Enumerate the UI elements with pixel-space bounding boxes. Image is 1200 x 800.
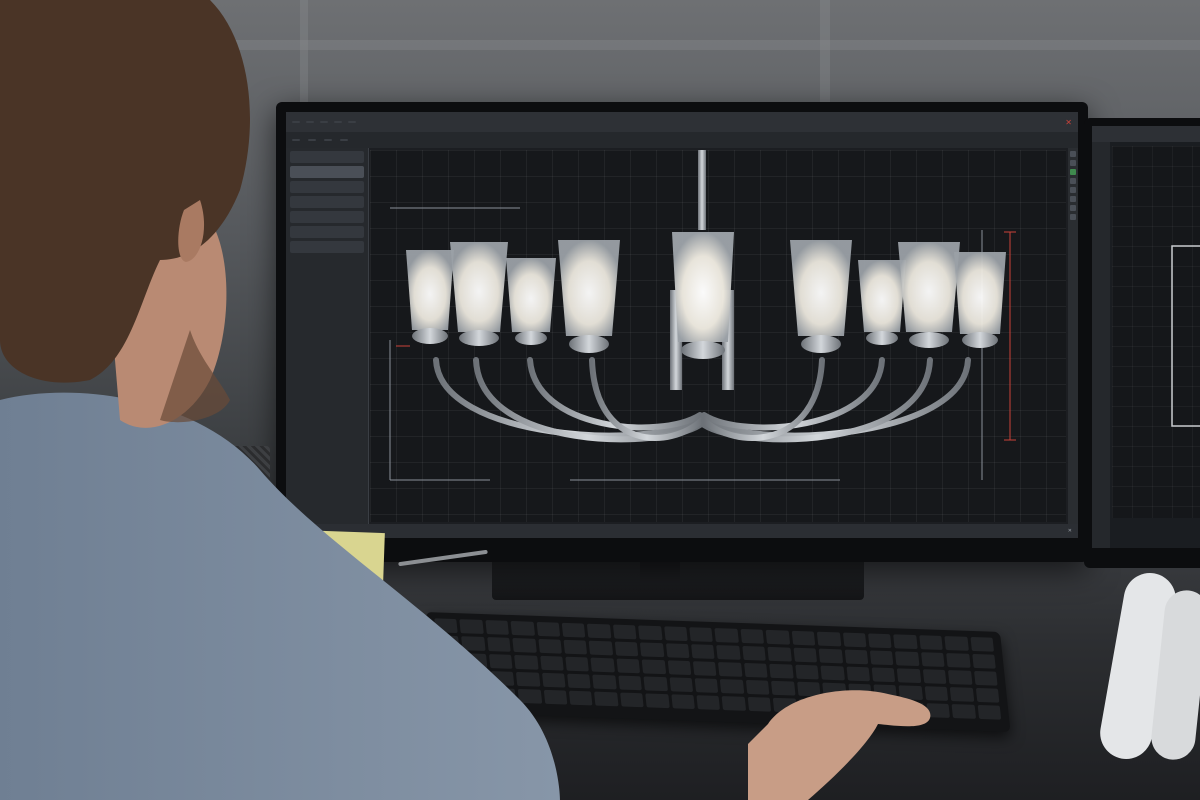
keyboard-key[interactable] — [640, 642, 665, 658]
layer-icon[interactable] — [1070, 214, 1076, 220]
keyboard-key[interactable] — [663, 626, 688, 642]
shirt — [0, 392, 560, 800]
keyboard-key[interactable] — [592, 674, 617, 690]
keyboard-key[interactable] — [594, 691, 619, 707]
layer-icon[interactable] — [1070, 187, 1076, 193]
keyboard-key[interactable] — [645, 693, 670, 709]
keyboard-key[interactable] — [669, 677, 694, 693]
keyboard-key[interactable] — [970, 636, 995, 652]
keyboard-key[interactable] — [948, 670, 973, 685]
keyboard-key[interactable] — [563, 639, 588, 655]
right-hand — [748, 690, 931, 800]
secondary-toolbar — [1092, 126, 1200, 142]
keyboard-key[interactable] — [977, 704, 1002, 720]
monitor-stand-neck — [640, 560, 680, 582]
keyboard-key[interactable] — [867, 633, 892, 649]
keyboard-key[interactable] — [568, 690, 593, 706]
keyboard-key[interactable] — [720, 679, 745, 694]
keyboard-key[interactable] — [561, 622, 586, 638]
keyboard-key[interactable] — [714, 628, 739, 643]
keyboard-key[interactable] — [722, 696, 747, 711]
keyboard-key[interactable] — [944, 636, 969, 651]
keyboard-key[interactable] — [641, 659, 666, 675]
keyboard-key[interactable] — [694, 678, 719, 693]
keyboard-key[interactable] — [638, 625, 663, 641]
layer-icon[interactable] — [1070, 178, 1076, 184]
keyboard-key[interactable] — [971, 653, 996, 669]
layer-icon[interactable] — [1070, 151, 1076, 157]
layer-icon[interactable] — [1070, 169, 1076, 175]
keyboard-key[interactable] — [691, 644, 716, 659]
layer-icon[interactable] — [1070, 205, 1076, 211]
keyboard-key[interactable] — [565, 656, 590, 672]
tool-palette — [1068, 148, 1078, 524]
keyboard-key[interactable] — [643, 676, 668, 692]
keyboard-key[interactable] — [667, 660, 692, 676]
window-close-icon[interactable]: ✕ — [1068, 528, 1072, 534]
keyboard-key[interactable] — [619, 692, 644, 708]
keyboard-key[interactable] — [842, 632, 867, 648]
layer-icon[interactable] — [1070, 160, 1076, 166]
keyboard-key[interactable] — [618, 675, 643, 691]
keyboard-key[interactable] — [589, 640, 614, 656]
keyboard-key[interactable] — [612, 624, 637, 640]
keyboard-key[interactable] — [946, 653, 971, 668]
keyboard-key[interactable] — [818, 648, 843, 664]
keyboard-key[interactable] — [919, 635, 943, 650]
keyboard-key[interactable] — [716, 645, 741, 660]
keyboard-key[interactable] — [665, 643, 690, 659]
keyboard-key[interactable] — [567, 673, 592, 689]
secondary-sidebar — [1092, 142, 1110, 548]
keyboard-key[interactable] — [791, 630, 816, 646]
keyboard-key[interactable] — [692, 661, 717, 676]
keyboard-key[interactable] — [696, 695, 721, 710]
keyboard-key[interactable] — [616, 658, 641, 674]
ceiling-rod — [698, 150, 706, 230]
keyboard-key[interactable] — [689, 627, 714, 642]
secondary-canvas[interactable] — [1112, 146, 1200, 518]
secondary-monitor — [1084, 118, 1200, 568]
window-close-icon[interactable]: ✕ — [1065, 118, 1072, 127]
layer-icon[interactable] — [1070, 196, 1076, 202]
keyboard-key[interactable] — [767, 646, 792, 662]
rolled-blueprints — [1096, 568, 1200, 764]
secondary-drawing — [1171, 245, 1200, 427]
keyboard-key[interactable] — [740, 628, 765, 644]
secondary-screen — [1092, 126, 1200, 548]
keyboard-key[interactable] — [614, 641, 639, 657]
keyboard-key[interactable] — [587, 623, 612, 639]
person — [0, 0, 560, 800]
keyboard-key[interactable] — [718, 662, 743, 677]
keyboard-key[interactable] — [893, 634, 918, 650]
keyboard-key[interactable] — [973, 670, 998, 686]
keyboard-key[interactable] — [949, 687, 974, 702]
keyboard-key[interactable] — [816, 631, 841, 647]
keyboard-key[interactable] — [590, 657, 615, 673]
keyboard-key[interactable] — [844, 649, 869, 665]
keyboard-key[interactable] — [975, 687, 1000, 703]
keyboard-key[interactable] — [742, 645, 767, 661]
keyboard-key[interactable] — [670, 694, 695, 710]
keyboard-key[interactable] — [951, 704, 976, 719]
keyboard-key[interactable] — [869, 650, 894, 666]
keyboard-key[interactable] — [765, 629, 790, 645]
keyboard-key[interactable] — [793, 647, 818, 663]
